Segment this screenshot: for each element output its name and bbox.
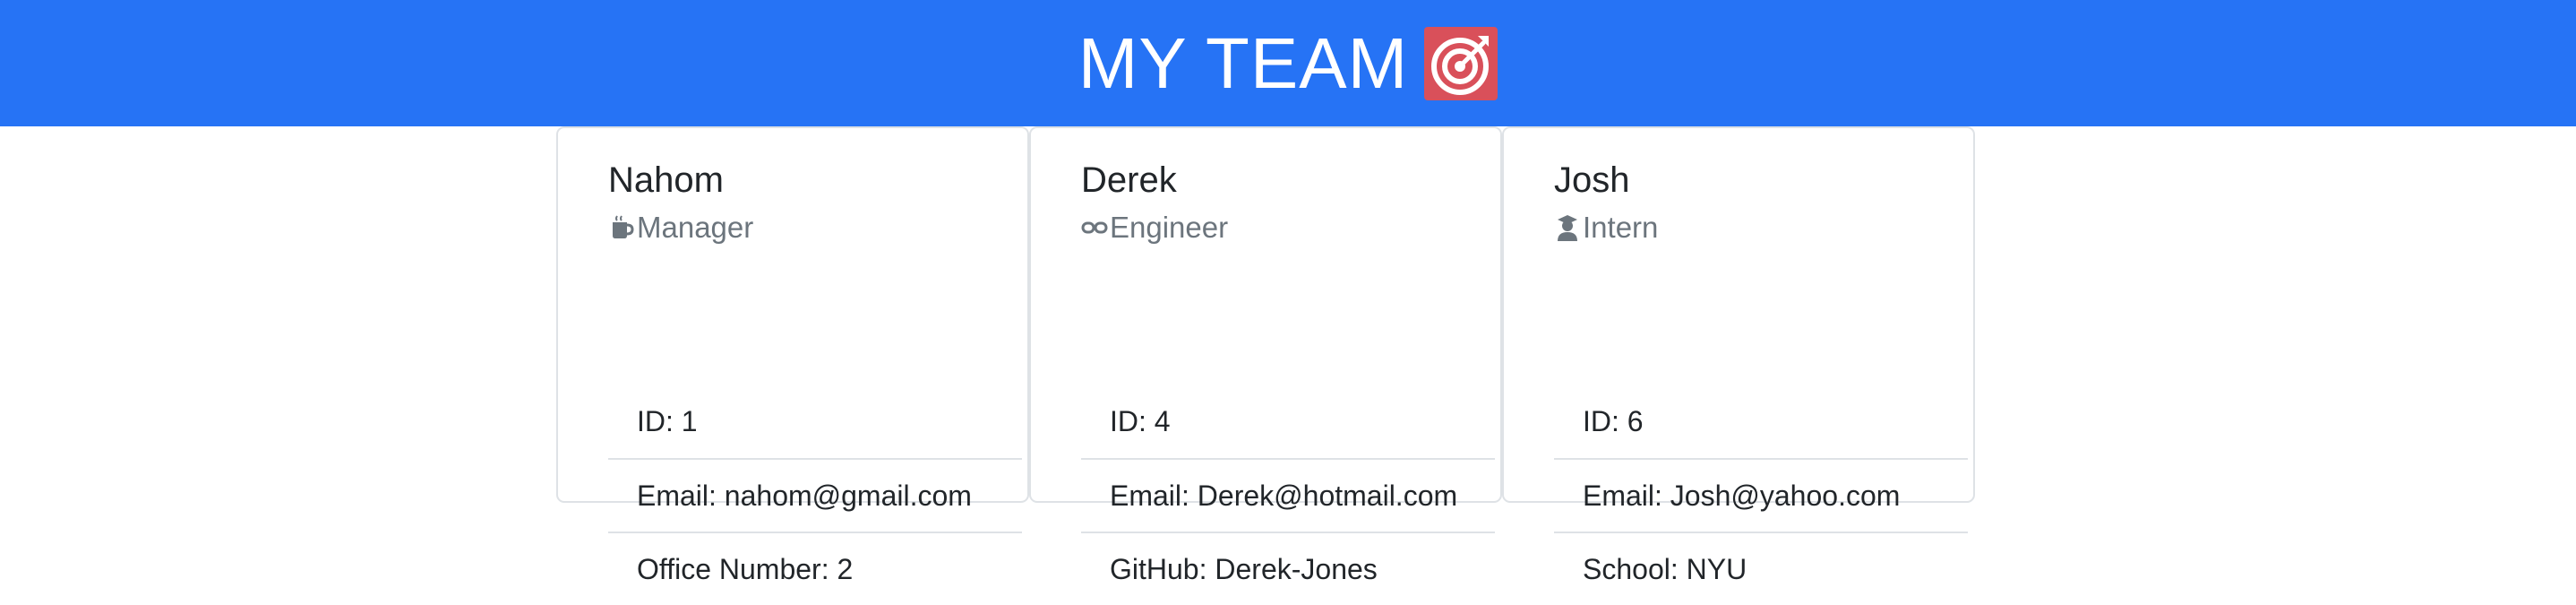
detail-school: School: NYU xyxy=(1554,532,1968,605)
employee-details-list: ID: 6 Email: Josh@yahoo.com School: NYU xyxy=(1554,385,1968,605)
target-icon xyxy=(1424,26,1498,100)
detail-office-number: Office Number: 2 xyxy=(608,532,1022,605)
employee-role: Manager xyxy=(608,211,753,245)
detail-email: Email: nahom@gmail.com xyxy=(608,458,1022,532)
detail-id: ID: 1 xyxy=(637,404,698,437)
detail-email: Email: Josh@yahoo.com xyxy=(1554,458,1968,532)
goggles-icon xyxy=(1081,214,1108,241)
employee-name: Derek xyxy=(1081,160,1177,200)
employee-role-label: Manager xyxy=(637,211,754,244)
team-cards: Nahom Manager ID: 1 Email: nahom@gmail.c… xyxy=(556,126,2016,585)
coffee-mug-icon xyxy=(608,214,635,241)
detail-id: ID: 6 xyxy=(1583,404,1644,437)
detail-id: ID: 4 xyxy=(1110,404,1171,437)
student-icon xyxy=(1554,214,1581,241)
employee-card-intern: Josh Intern ID: 6 Email: Josh@yahoo.com … xyxy=(1502,126,1975,585)
header-title-wrap: MY TEAM xyxy=(1078,22,1498,103)
page-title: MY TEAM xyxy=(1078,22,1409,103)
employee-role: Intern xyxy=(1554,211,1658,245)
employee-name: Josh xyxy=(1554,160,1630,200)
employee-role-label: Intern xyxy=(1583,211,1659,244)
employee-role: Engineer xyxy=(1081,211,1228,245)
employee-card-manager: Nahom Manager ID: 1 Email: nahom@gmail.c… xyxy=(556,126,1029,585)
detail-github: GitHub: Derek-Jones xyxy=(1081,532,1495,605)
employee-role-label: Engineer xyxy=(1110,211,1229,244)
employee-details-list: ID: 1 Email: nahom@gmail.com Office Numb… xyxy=(608,385,1022,605)
employee-name: Nahom xyxy=(608,160,724,200)
employee-card-engineer: Derek Engineer ID: 4 Email: Derek@hotmai… xyxy=(1029,126,1502,585)
employee-details-list: ID: 4 Email: Derek@hotmail.com GitHub: D… xyxy=(1081,385,1495,605)
detail-email: Email: Derek@hotmail.com xyxy=(1081,458,1495,532)
page-header: MY TEAM xyxy=(0,0,2576,126)
